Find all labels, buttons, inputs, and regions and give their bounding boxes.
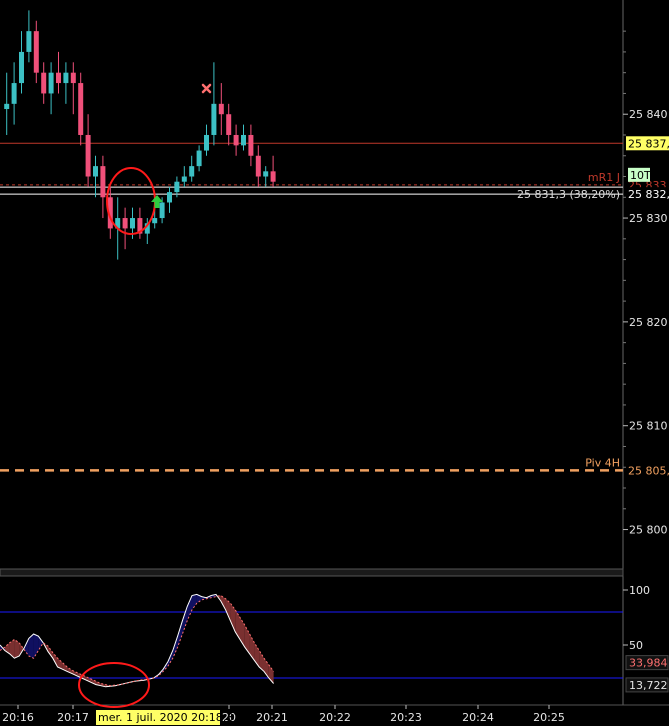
price-tick-label: 25 820 <box>629 316 668 329</box>
candle-body <box>233 134 239 146</box>
osc-value-tag: 13,722 <box>629 679 668 692</box>
candle-body <box>263 171 269 177</box>
level-label: Piv 4H <box>585 456 620 469</box>
candle-body <box>41 72 47 94</box>
price-tick-label: 25 810 <box>629 420 668 433</box>
time-tick-label: 20:24 <box>462 711 494 724</box>
osc-value-tag: 33,984 <box>629 657 668 670</box>
candle-body <box>70 72 76 84</box>
candle-body <box>33 31 39 73</box>
level-label: 25 831,3 (38,20%) <box>517 188 620 201</box>
price-tick-label: 25 840 <box>629 108 668 121</box>
candle-body <box>167 192 172 203</box>
osc-tick-label: 100 <box>629 584 650 597</box>
time-tick-label: 20:23 <box>390 711 422 724</box>
candle-body <box>63 72 69 84</box>
chart-background <box>0 0 669 726</box>
time-tick-label: 20:17 <box>57 711 89 724</box>
candle-body <box>11 83 17 104</box>
candle-body <box>211 103 217 135</box>
candle-body <box>93 166 98 177</box>
time-tick-label: 20:22 <box>319 711 351 724</box>
pane-separator[interactable] <box>0 568 624 577</box>
candle-body <box>130 218 135 229</box>
osc-tick-label: 50 <box>629 639 643 652</box>
osc-fill-segment <box>14 639 20 659</box>
candle-body <box>255 155 261 177</box>
crosshair-time-label: mer. 1 juil. 2020 20:18:32 <box>98 711 241 724</box>
candle-body <box>85 134 91 177</box>
candle-body <box>204 134 209 151</box>
candle-body <box>226 114 232 135</box>
candle-body <box>174 181 180 193</box>
candle-body <box>152 218 158 224</box>
candle-body <box>181 176 187 182</box>
price-tick-label: 25 800 <box>629 524 668 537</box>
candle-body <box>189 166 195 177</box>
level-tag-label: 25 805,7 <box>628 464 669 477</box>
candle-body <box>241 134 246 146</box>
candle-body <box>218 103 224 115</box>
level-label: mR1 J <box>588 171 620 184</box>
candle-body <box>196 150 202 167</box>
level-tag-label: 25 832,3 <box>628 188 669 201</box>
level-tag-label: 25 837,2 <box>628 137 669 150</box>
trading-chart: 25 840 25 830 25 820 25 810 25 800 25 837,2 2… <box>0 0 669 726</box>
level-badge-label: 10T <box>630 169 651 182</box>
candle-body <box>26 31 32 52</box>
candle-body <box>159 202 165 219</box>
candle-body <box>78 83 84 135</box>
candle-body <box>4 103 10 110</box>
time-tick-label: 20:16 <box>2 711 34 724</box>
price-tick-label: 25 830 <box>629 212 668 225</box>
candle-body <box>248 134 254 156</box>
candle-body <box>48 72 54 94</box>
time-tick-label: 20:25 <box>533 711 565 724</box>
candle-body <box>122 218 128 229</box>
candle-body <box>100 166 106 198</box>
candle-body <box>270 171 276 182</box>
candle-body <box>19 51 24 84</box>
time-tick-label: 20:21 <box>256 711 288 724</box>
candle-body <box>56 72 61 84</box>
